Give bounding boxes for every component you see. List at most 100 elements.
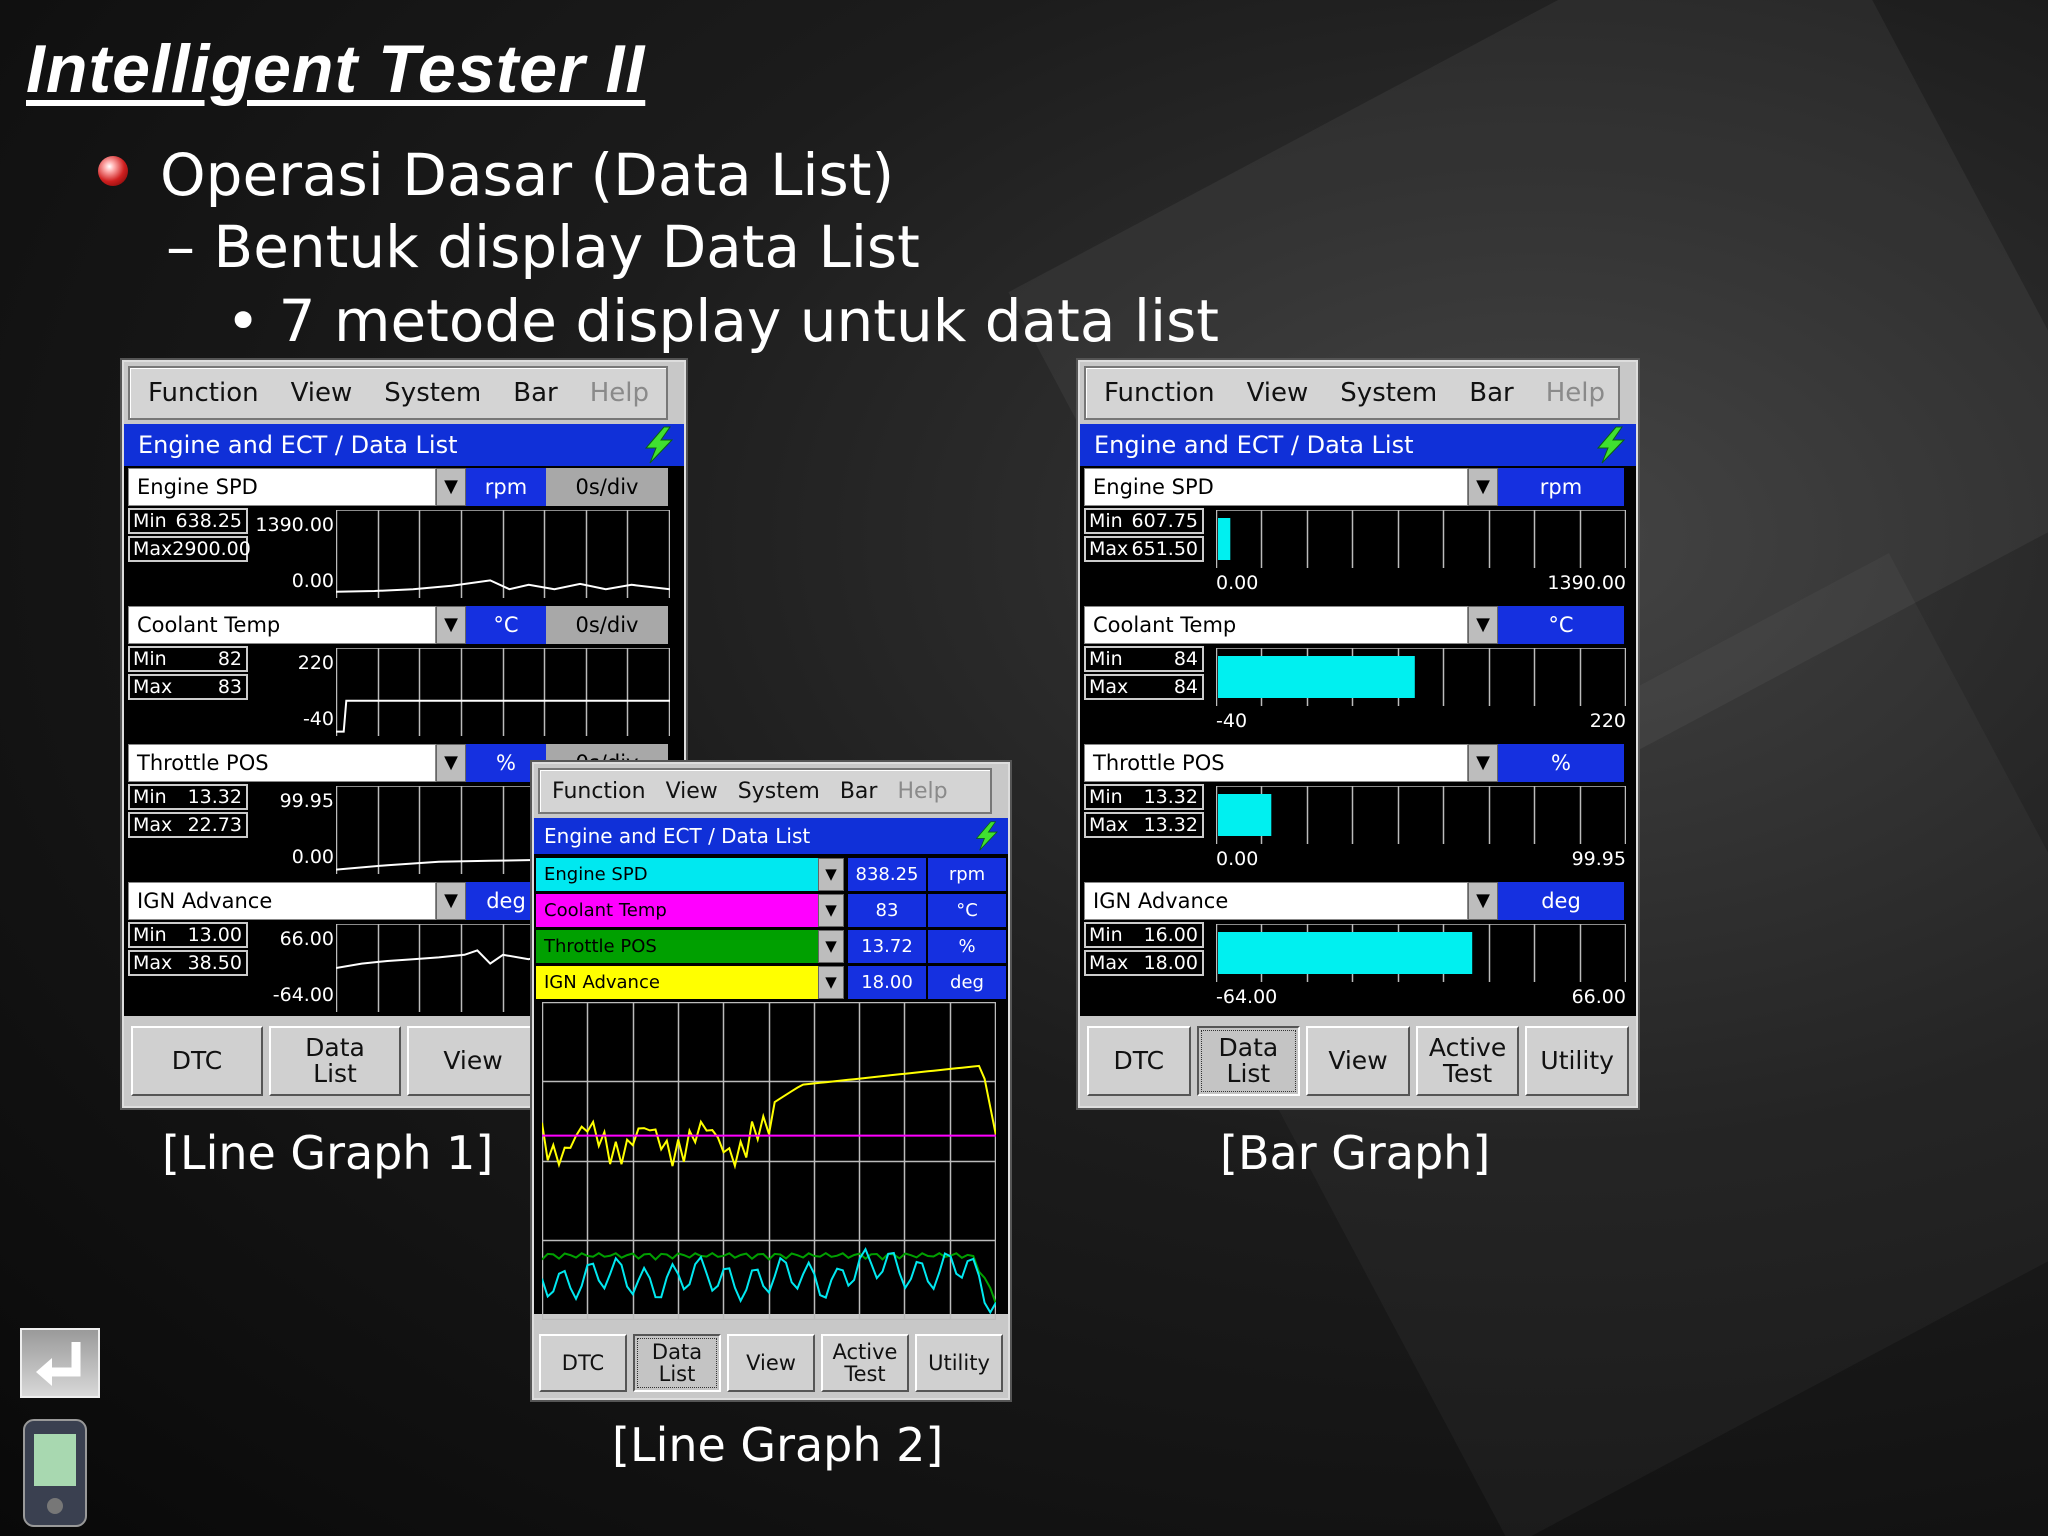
channel-name[interactable]: IGN Advance — [1084, 882, 1468, 920]
channel-name[interactable]: Engine SPD — [128, 468, 436, 506]
dropdown-arrow-icon[interactable]: ▼ — [818, 966, 844, 999]
channel-name[interactable]: Coolant Temp — [1084, 606, 1468, 644]
max-value: 2900.00 — [172, 538, 251, 560]
bottom-button-bar: DTC Data List View Active Test Utility — [534, 1330, 1008, 1396]
dropdown-arrow-icon[interactable]: ▼ — [1468, 468, 1498, 506]
unit-label[interactable]: rpm — [928, 858, 1006, 891]
scale-low-label: 0.00 — [1216, 572, 1259, 594]
dropdown-arrow-icon[interactable]: ▼ — [436, 468, 466, 506]
max-row: Max 2900.00 — [128, 536, 251, 562]
channel-name[interactable]: Throttle POS — [536, 930, 818, 963]
min-value: 13.32 — [187, 786, 242, 808]
unit-label[interactable]: rpm — [1498, 468, 1624, 506]
unit-label[interactable]: % — [928, 930, 1006, 963]
bullet-level-2: – Bentuk display Data List — [166, 213, 920, 281]
unit-label[interactable]: °C — [466, 606, 546, 644]
menu-help[interactable]: Help — [590, 378, 649, 408]
time-div-button[interactable]: 0s/div — [546, 606, 668, 644]
menu-view[interactable]: View — [1247, 378, 1309, 408]
utility-button[interactable]: Utility — [915, 1334, 1003, 1392]
view-button[interactable]: View — [727, 1334, 815, 1392]
line-graph — [336, 648, 670, 736]
dtc-button[interactable]: DTC — [131, 1026, 263, 1096]
dropdown-arrow-icon[interactable]: ▼ — [1468, 744, 1498, 782]
time-div-button[interactable]: 0s/div — [546, 468, 668, 506]
dtc-button[interactable]: DTC — [539, 1334, 627, 1392]
max-label: Max — [1089, 676, 1129, 698]
bullet-level-1: Operasi Dasar (Data List) — [160, 141, 895, 209]
unit-label[interactable]: deg — [928, 966, 1006, 999]
min-row: Min 13.32 — [1084, 784, 1204, 810]
dropdown-arrow-icon[interactable]: ▼ — [1468, 606, 1498, 644]
menu-bar: Function View System Bar Help — [128, 366, 668, 420]
min-max-box: Min 13.32 Max 13.32 — [1084, 784, 1204, 840]
bar-fill — [1218, 656, 1415, 698]
unit-label[interactable]: % — [1498, 744, 1624, 782]
max-value: 83 — [217, 676, 242, 698]
menu-function[interactable]: Function — [148, 378, 259, 408]
scale-top-label: 99.95 — [279, 790, 334, 812]
data-list-button[interactable]: Data List — [269, 1026, 401, 1096]
bar-fill — [1218, 794, 1272, 836]
channel-name[interactable]: Coolant Temp — [128, 606, 436, 644]
utility-button[interactable]: Utility — [1525, 1026, 1629, 1096]
unit-label[interactable]: rpm — [466, 468, 546, 506]
min-label: Min — [133, 510, 167, 532]
unit-label[interactable]: °C — [928, 894, 1006, 927]
channel-row: Coolant Temp ▼ °C — [1084, 606, 1624, 644]
dropdown-arrow-icon[interactable]: ▼ — [1468, 882, 1498, 920]
data-list-button[interactable]: Data List — [1196, 1026, 1301, 1096]
min-value: 84 — [1173, 648, 1198, 670]
channel-name[interactable]: Throttle POS — [128, 744, 436, 782]
dropdown-arrow-icon[interactable]: ▼ — [436, 882, 466, 920]
menu-view[interactable]: View — [291, 378, 353, 408]
dropdown-arrow-icon[interactable]: ▼ — [818, 894, 844, 927]
dropdown-arrow-icon[interactable]: ▼ — [436, 606, 466, 644]
handheld-tester-icon[interactable] — [20, 1418, 90, 1530]
unit-label[interactable]: deg — [1498, 882, 1624, 920]
channel-name[interactable]: IGN Advance — [536, 966, 818, 999]
min-value: 13.32 — [1143, 786, 1198, 808]
scale-high-label: 220 — [1589, 710, 1626, 732]
menu-function[interactable]: Function — [552, 779, 646, 804]
min-label: Min — [1089, 510, 1123, 532]
dropdown-arrow-icon[interactable]: ▼ — [818, 930, 844, 963]
channel-name[interactable]: IGN Advance — [128, 882, 436, 920]
menu-view[interactable]: View — [666, 779, 718, 804]
data-list-button[interactable]: Data List — [633, 1334, 721, 1392]
scale-bottom-label: -40 — [302, 708, 334, 730]
menu-bar-item[interactable]: Bar — [1469, 378, 1513, 408]
min-row: Min 84 — [1084, 646, 1204, 672]
menu-system[interactable]: System — [1340, 378, 1437, 408]
min-max-box: Min 82 Max 83 — [128, 646, 248, 702]
menu-system[interactable]: System — [384, 378, 481, 408]
return-arrow-icon[interactable] — [20, 1328, 100, 1398]
channel-row: Engine SPD ▼ rpm 0s/div — [128, 468, 668, 506]
screen-title-bar: Engine and ECT / Data List — [534, 818, 1008, 854]
dtc-button[interactable]: DTC — [1087, 1026, 1191, 1096]
menu-system[interactable]: System — [738, 779, 820, 804]
menu-function[interactable]: Function — [1104, 378, 1215, 408]
screen-title: Engine and ECT / Data List — [1094, 431, 1414, 459]
channel-name[interactable]: Throttle POS — [1084, 744, 1468, 782]
scale-low-label: -64.00 — [1216, 986, 1278, 1008]
view-button[interactable]: View — [407, 1026, 539, 1096]
scale-low-label: 0.00 — [1216, 848, 1259, 870]
menu-bar-item[interactable]: Bar — [840, 779, 878, 804]
menu-help[interactable]: Help — [897, 779, 947, 804]
bar-graph-scale — [1216, 648, 1626, 706]
channel-name[interactable]: Coolant Temp — [536, 894, 818, 927]
min-max-box: Min 16.00 Max 18.00 — [1084, 922, 1204, 978]
channel-name[interactable]: Engine SPD — [536, 858, 818, 891]
scale-bottom-label: 0.00 — [291, 846, 334, 868]
menu-help[interactable]: Help — [1546, 378, 1605, 408]
active-test-button[interactable]: Active Test — [1415, 1026, 1520, 1096]
dropdown-arrow-icon[interactable]: ▼ — [818, 858, 844, 891]
dropdown-arrow-icon[interactable]: ▼ — [436, 744, 466, 782]
scale-high-label: 66.00 — [1571, 986, 1626, 1008]
channel-name[interactable]: Engine SPD — [1084, 468, 1468, 506]
active-test-button[interactable]: Active Test — [821, 1334, 909, 1392]
view-button[interactable]: View — [1306, 1026, 1410, 1096]
menu-bar-item[interactable]: Bar — [513, 378, 557, 408]
unit-label[interactable]: °C — [1498, 606, 1624, 644]
